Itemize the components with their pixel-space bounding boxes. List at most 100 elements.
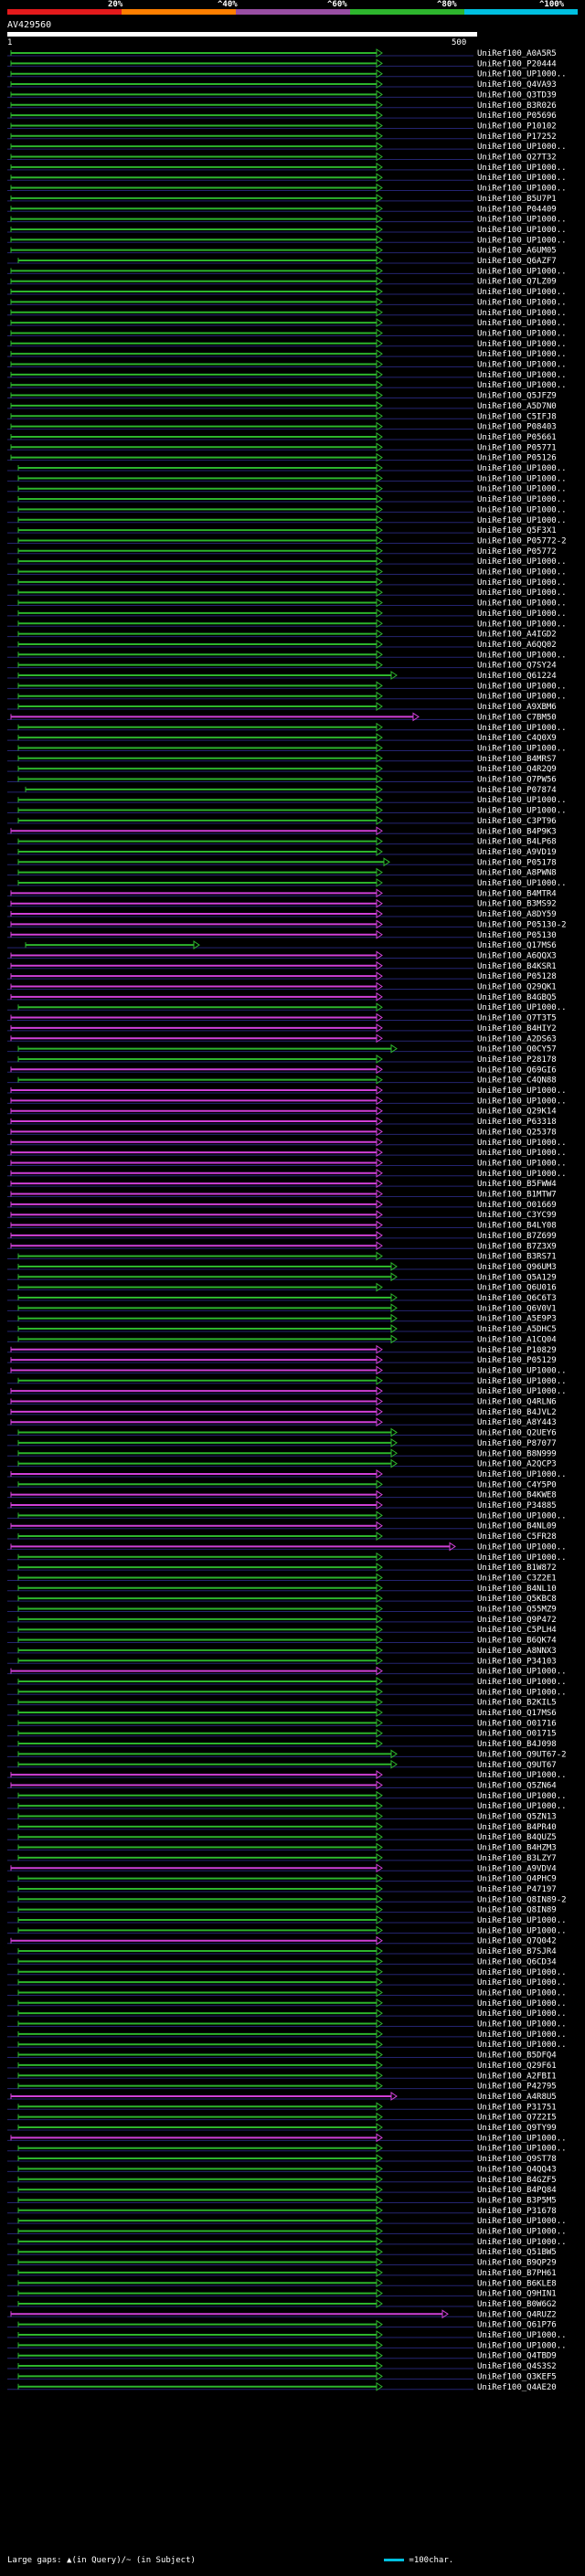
hit-label[interactable]: UniRef100_UP1000.. (477, 879, 567, 888)
hit-label[interactable]: UniRef100_P05178 (477, 858, 557, 867)
hit-label[interactable]: UniRef100_UP1000.. (477, 744, 567, 753)
hit-label[interactable]: UniRef100_UP1000.. (477, 2041, 567, 2050)
hit-label[interactable]: UniRef100_UP1000.. (477, 610, 567, 619)
hit-label[interactable]: UniRef100_UP1000.. (477, 340, 567, 349)
hit-label[interactable]: UniRef100_Q2UEY6 (477, 1429, 557, 1438)
hit-label[interactable]: UniRef100_P05130-2 (477, 920, 567, 929)
hit-label[interactable]: UniRef100_UP1000.. (477, 1139, 567, 1148)
hit-label[interactable]: UniRef100_Q6CD34 (477, 1957, 557, 1966)
hit-label[interactable]: UniRef100_UP1000.. (477, 2217, 567, 2226)
hit-label[interactable]: UniRef100_Q4RLN6 (477, 1398, 557, 1407)
hit-label[interactable]: UniRef100_UP1000.. (477, 1470, 567, 1479)
hit-label[interactable]: UniRef100_Q5ZN13 (477, 1813, 557, 1822)
hit-label[interactable]: UniRef100_UP1000.. (477, 2009, 567, 2019)
hit-label[interactable]: UniRef100_C4Q0X9 (477, 734, 557, 743)
hit-label[interactable]: UniRef100_UP1000.. (477, 1678, 567, 1687)
hit-label[interactable]: UniRef100_B1W872 (477, 1564, 557, 1573)
hit-label[interactable]: UniRef100_UP1000.. (477, 174, 567, 183)
hit-label[interactable]: UniRef100_A2DS63 (477, 1034, 557, 1044)
hit-label[interactable]: UniRef100_UP1000.. (477, 143, 567, 152)
hit-label[interactable]: UniRef100_Q8IN89 (477, 1906, 557, 1915)
hit-label[interactable]: UniRef100_P05772-2 (477, 536, 567, 546)
hit-label[interactable]: UniRef100_UP1000.. (477, 1988, 567, 1998)
hit-label[interactable]: UniRef100_B4LY08 (477, 1222, 557, 1231)
hit-label[interactable]: UniRef100_P31678 (477, 2207, 557, 2216)
hit-label[interactable]: UniRef100_B4HZM3 (477, 1844, 557, 1853)
hit-label[interactable]: UniRef100_UP1000.. (477, 1553, 567, 1563)
hit-label[interactable]: UniRef100_UP1000.. (477, 724, 567, 733)
hit-label[interactable]: UniRef100_UP1000.. (477, 1149, 567, 1158)
hit-label[interactable]: UniRef100_B2KIL5 (477, 1699, 557, 1708)
hit-label[interactable]: UniRef100_UP1000.. (477, 319, 567, 328)
hit-label[interactable]: UniRef100_C3YC99 (477, 1211, 557, 1220)
hit-label[interactable]: UniRef100_Q3TD39 (477, 90, 557, 100)
hit-label[interactable]: UniRef100_UP1000.. (477, 1170, 567, 1179)
hit-label[interactable]: UniRef100_UP1000.. (477, 505, 567, 514)
hit-label[interactable]: UniRef100_B1MTW7 (477, 1191, 557, 1200)
hit-label[interactable]: UniRef100_Q9ST78 (477, 2155, 557, 2164)
hit-label[interactable]: UniRef100_UP1000.. (477, 693, 567, 702)
hit-label[interactable]: UniRef100_A8DY59 (477, 910, 557, 919)
hit-label[interactable]: UniRef100_UP1000.. (477, 185, 567, 194)
hit-label[interactable]: UniRef100_B7Z699 (477, 1232, 557, 1241)
hit-label[interactable]: UniRef100_UP1000.. (477, 2020, 567, 2030)
hit-label[interactable]: UniRef100_UP1000.. (477, 474, 567, 483)
hit-label[interactable]: UniRef100_C3PT96 (477, 817, 557, 826)
hit-label[interactable]: UniRef100_Q55MZ9 (477, 1606, 557, 1615)
hit-label[interactable]: UniRef100_A0A5R5 (477, 49, 557, 58)
hit-label[interactable]: UniRef100_B6QK74 (477, 1637, 557, 1646)
hit-label[interactable]: UniRef100_P34103 (477, 1657, 557, 1666)
hit-label[interactable]: UniRef100_UP1000.. (477, 1792, 567, 1801)
hit-label[interactable]: UniRef100_Q29F61 (477, 2062, 557, 2071)
hit-label[interactable]: UniRef100_UP1000.. (477, 1159, 567, 1168)
hit-label[interactable]: UniRef100_Q9UT67 (477, 1761, 557, 1770)
hit-label[interactable]: UniRef100_UP1000.. (477, 568, 567, 578)
hit-label[interactable]: UniRef100_UP1000.. (477, 2030, 567, 2040)
hit-label[interactable]: UniRef100_O01715 (477, 1730, 557, 1739)
hit-label[interactable]: UniRef100_Q96UM3 (477, 1263, 557, 1272)
hit-label[interactable]: UniRef100_Q7LZ09 (477, 278, 557, 287)
hit-label[interactable]: UniRef100_B5U7P1 (477, 195, 557, 204)
hit-label[interactable]: UniRef100_UP1000.. (477, 1542, 567, 1552)
hit-label[interactable]: UniRef100_Q51BW5 (477, 2248, 557, 2257)
hit-label[interactable]: UniRef100_C5FR28 (477, 1532, 557, 1542)
hit-label[interactable]: UniRef100_UP1000.. (477, 485, 567, 494)
hit-label[interactable]: UniRef100_B4NL10 (477, 1585, 557, 1594)
hit-label[interactable]: UniRef100_P42795 (477, 2083, 557, 2092)
hit-label[interactable]: UniRef100_UP1000.. (477, 2145, 567, 2154)
hit-label[interactable]: UniRef100_Q4S3S2 (477, 2362, 557, 2371)
hit-label[interactable]: UniRef100_B3RS71 (477, 1253, 557, 1262)
hit-label[interactable]: UniRef100_UP1000.. (477, 578, 567, 588)
hit-label[interactable]: UniRef100_B7Z3X9 (477, 1242, 557, 1251)
hit-label[interactable]: UniRef100_B6KLE8 (477, 2279, 557, 2288)
hit-label[interactable]: UniRef100_Q27T32 (477, 154, 557, 163)
hit-label[interactable]: UniRef100_A5D7N0 (477, 402, 557, 411)
hit-label[interactable]: UniRef100_Q5JFZ9 (477, 392, 557, 401)
hit-label[interactable]: UniRef100_UP1000.. (477, 807, 567, 816)
hit-label[interactable]: UniRef100_Q5A129 (477, 1273, 557, 1282)
hit-label[interactable]: UniRef100_Q0CY57 (477, 1045, 557, 1055)
hit-label[interactable]: UniRef100_UP1000.. (477, 288, 567, 297)
hit-label[interactable]: UniRef100_B4P9K3 (477, 827, 557, 836)
hit-label[interactable]: UniRef100_UP1000.. (477, 329, 567, 338)
hit-label[interactable]: UniRef100_UP1000.. (477, 557, 567, 567)
hit-label[interactable]: UniRef100_UP1000.. (477, 651, 567, 660)
hit-label[interactable]: UniRef100_B4MTR4 (477, 889, 557, 898)
hit-label[interactable]: UniRef100_Q4AE20 (477, 2383, 557, 2392)
hit-label[interactable]: UniRef100_C3Z2E1 (477, 1574, 557, 1583)
hit-label[interactable]: UniRef100_A6QQX3 (477, 951, 557, 960)
hit-label[interactable]: UniRef100_B4J098 (477, 1740, 557, 1749)
hit-label[interactable]: UniRef100_P28178 (477, 1055, 557, 1065)
hit-label[interactable]: UniRef100_Q4QQ43 (477, 2165, 557, 2174)
hit-label[interactable]: UniRef100_B4MRS7 (477, 755, 557, 764)
hit-label[interactable]: UniRef100_UP1000.. (477, 495, 567, 504)
hit-label[interactable]: UniRef100_A6QQ02 (477, 641, 557, 650)
hit-label[interactable]: UniRef100_P20444 (477, 59, 557, 69)
hit-label[interactable]: UniRef100_B0W6G2 (477, 2300, 557, 2309)
hit-label[interactable]: UniRef100_B5DFQ4 (477, 2051, 557, 2061)
hit-label[interactable]: UniRef100_A9XBM6 (477, 703, 557, 712)
hit-label[interactable]: UniRef100_Q7Z2I5 (477, 2114, 557, 2123)
hit-label[interactable]: UniRef100_P87077 (477, 1439, 557, 1448)
hit-label[interactable]: UniRef100_UP1000.. (477, 164, 567, 173)
hit-label[interactable]: UniRef100_B3R026 (477, 101, 557, 111)
